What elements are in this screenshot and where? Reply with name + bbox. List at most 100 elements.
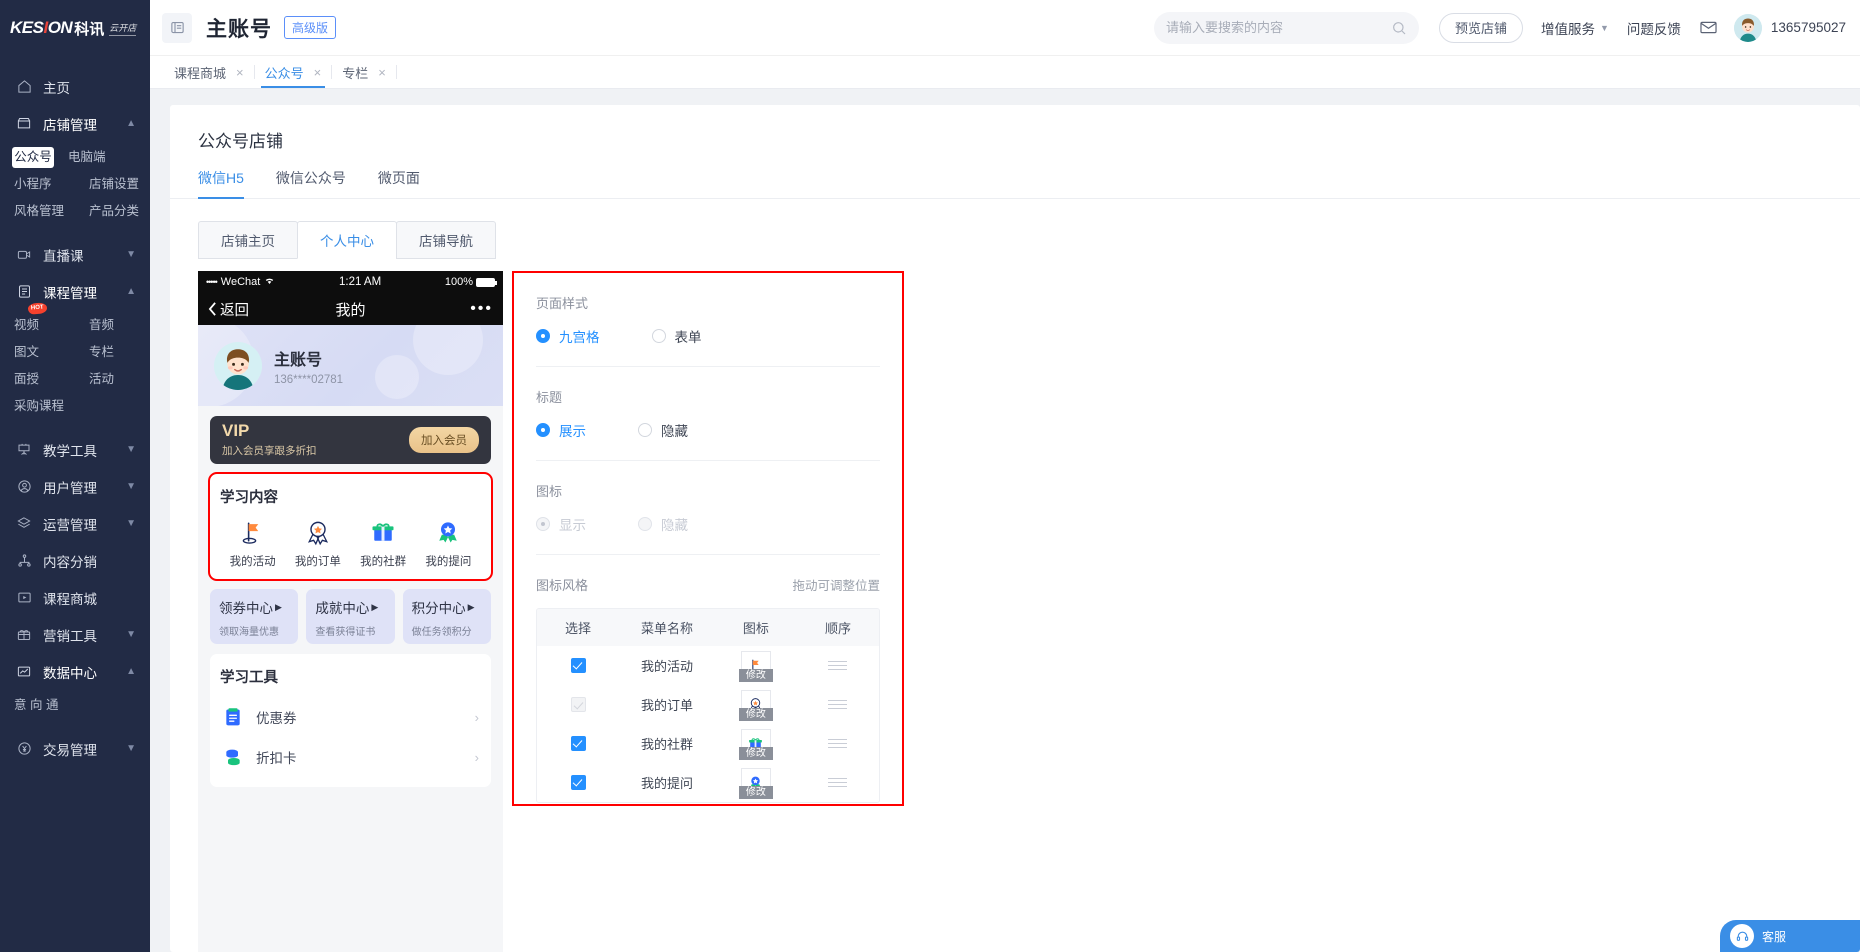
version-badge[interactable]: 高级版 [284,16,336,39]
sidebar-subitem-purchase-course[interactable]: 采购课程 [0,393,150,420]
icon-thumb[interactable]: 修改 [741,690,771,720]
sidebar-submenu-course: 视频 HOT 音频 图文 专栏 面授 活动 采购课程 [0,310,150,426]
chevron-up-icon[interactable]: ▲ [126,666,136,677]
sidebar-subitem-audio[interactable]: 音频 [75,312,150,339]
sidebar-subitem-style-management[interactable]: 风格管理 [0,198,75,225]
sidebar-subitem-miniprogram[interactable]: 小程序 [0,171,75,198]
tab-wechat-h5[interactable]: 微信H5 [198,168,244,198]
customer-service-fab[interactable]: 客服 [1720,920,1860,952]
subtab-shop-nav[interactable]: 店铺导航 [396,221,496,259]
user-phone-number[interactable]: 1365795027 [1771,20,1846,35]
sidebar-item-course-mall[interactable]: 课程商城 [0,579,150,616]
icon-thumb[interactable]: 修改 [741,768,771,798]
radio-form[interactable]: 表单 [652,326,702,346]
chevron-down-icon[interactable]: ▼ [126,518,136,529]
avatar[interactable] [214,342,262,390]
grid-item-my-community[interactable]: 我的社群 [351,517,416,569]
chevron-down-icon[interactable]: ▼ [126,481,136,492]
close-icon[interactable]: × [314,65,322,80]
icon-thumb[interactable]: 修改 [741,651,771,681]
edit-icon-button[interactable]: 修改 [739,747,773,760]
card-achievement-center[interactable]: 成就中心 ▶ 查看获得证书 [306,589,394,644]
sidebar-item-data-center[interactable]: 数据中心 ▲ [0,653,150,690]
drag-handle-icon[interactable] [828,661,847,671]
study-content-section[interactable]: 学习内容 [210,474,491,579]
card-coupon-center[interactable]: 领券中心 ▶ 领取海量优惠 [210,589,298,644]
sidebar-subitem-pc[interactable]: 电脑端 [54,144,129,171]
chevron-down-icon[interactable]: ▼ [126,629,136,640]
sidebar-item-user-management[interactable]: 用户管理 ▼ [0,468,150,505]
avatar[interactable] [1734,14,1762,42]
icon-thumb[interactable]: 修改 [741,729,771,759]
sidebar-item-operations-management[interactable]: 运营管理 ▼ [0,505,150,542]
tab-gongzhonghao[interactable]: 公众号 × [255,56,332,88]
mail-icon[interactable] [1699,18,1718,37]
drag-handle-icon[interactable] [828,700,847,710]
value-added-service-menu[interactable]: 增值服务 ▼ [1541,18,1609,38]
grid-item-my-question[interactable]: 我的提问 [416,517,481,569]
more-dots-icon[interactable]: ••• [470,305,493,313]
sidebar-subitem-yixiangtong[interactable]: 意 向 通 [0,692,150,719]
drag-handle-icon[interactable] [828,739,847,749]
sidebar-item-course-management[interactable]: 课程管理 ▲ [0,273,150,310]
sidebar-item-live-course[interactable]: 直播课 ▼ [0,236,150,273]
checkbox[interactable] [571,736,586,751]
sidebar-subitem-product-category[interactable]: 产品分类 [75,198,150,225]
join-member-button[interactable]: 加入会员 [409,427,479,453]
card-points-center[interactable]: 积分中心 ▶ 做任务领积分 [403,589,491,644]
close-icon[interactable]: × [236,65,244,80]
menu-collapse-icon[interactable] [162,13,192,43]
tab-column[interactable]: 专栏 × [332,56,396,88]
search-input[interactable] [1166,20,1391,35]
sidebar-subitem-video[interactable]: 视频 HOT [0,312,75,339]
brand-logo[interactable]: KESION 科讯 云开店 [0,0,150,56]
sidebar-item-home[interactable]: 主页 [0,68,150,105]
sidebar-item-teaching-tools[interactable]: 教学工具 ▼ [0,431,150,468]
sidebar-item-marketing-tools[interactable]: 营销工具 ▼ [0,616,150,653]
sidebar-subitem-column[interactable]: 专栏 [75,339,150,366]
chevron-down-icon[interactable]: ▼ [126,444,136,455]
chevron-down-icon[interactable]: ▼ [126,743,136,754]
chevron-down-icon[interactable]: ▼ [126,249,136,260]
search-icon[interactable] [1391,20,1407,36]
tool-label: 优惠券 [256,707,297,727]
subtab-personal-center[interactable]: 个人中心 [297,221,397,259]
vip-banner[interactable]: VIP 加入会员享跟多折扣 加入会员 [210,416,491,464]
checkbox[interactable] [571,658,586,673]
tool-row-discount-card[interactable]: 折扣卡 › [220,737,481,777]
checkbox[interactable] [571,775,586,790]
tool-row-coupon[interactable]: 优惠券 › [220,697,481,737]
marketing-icon [14,626,34,644]
edit-icon-button[interactable]: 修改 [739,669,773,682]
sidebar-subitem-activity[interactable]: 活动 [75,366,150,393]
edit-icon-button[interactable]: 修改 [739,786,773,799]
radio-title-hide[interactable]: 隐藏 [638,420,688,440]
feedback-link[interactable]: 问题反馈 [1627,18,1681,38]
search-box[interactable] [1154,12,1419,44]
sidebar-subitem-graphic[interactable]: 图文 [0,339,75,366]
sidebar-label: 营销工具 [43,625,97,645]
chevron-up-icon[interactable]: ▲ [126,286,136,297]
radio-title-show[interactable]: 展示 [536,420,586,440]
sidebar-subitem-shop-settings[interactable]: 店铺设置 [75,171,150,198]
back-button[interactable]: 返回 [208,299,249,320]
grid-item-my-order[interactable]: 我的订单 [285,517,350,569]
sidebar-subitem-offline[interactable]: 面授 [0,366,75,393]
sidebar-item-content-distribution[interactable]: 内容分销 [0,542,150,579]
tab-course-mall[interactable]: 课程商城 × [164,56,254,88]
drag-handle-icon[interactable] [828,778,847,788]
edit-icon-button[interactable]: 修改 [739,708,773,721]
radio-nine-grid[interactable]: 九宫格 [536,326,600,346]
row-icon-cell: 修改 [715,651,797,681]
builder-workspace: ••••• WeChat 1:21 AM 100% [170,259,1860,952]
sidebar-subitem-gongzhonghao[interactable]: 公众号 [12,147,54,168]
sidebar-item-trade-management[interactable]: 交易管理 ▼ [0,730,150,767]
tab-wechat-official[interactable]: 微信公众号 [276,168,346,198]
sidebar-item-shop-management[interactable]: 店铺管理 ▲ [0,105,150,142]
subtab-shop-home[interactable]: 店铺主页 [198,221,298,259]
chevron-up-icon[interactable]: ▲ [126,118,136,129]
close-icon[interactable]: × [378,65,386,80]
preview-shop-button[interactable]: 预览店铺 [1439,13,1523,43]
grid-item-my-activity[interactable]: 我的活动 [220,517,285,569]
tab-micro-page[interactable]: 微页面 [378,168,420,198]
